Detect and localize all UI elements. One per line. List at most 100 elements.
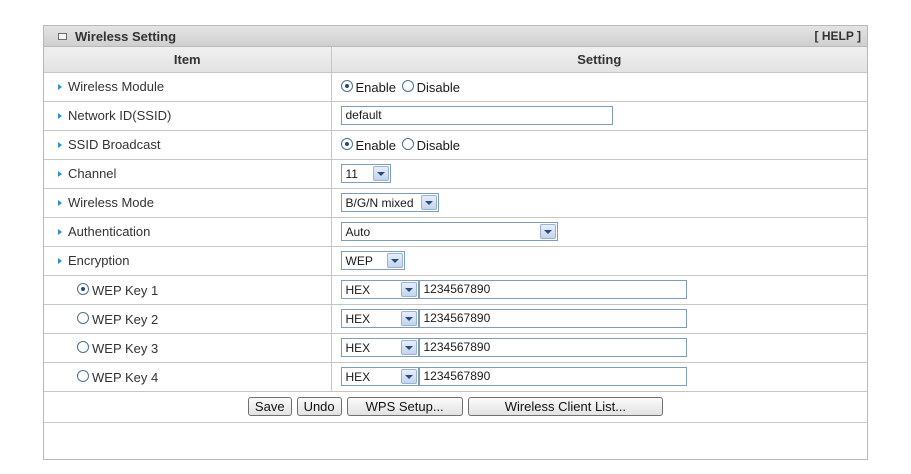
table-row: WEP Key 4 HEX 1234567890 bbox=[44, 361, 867, 392]
help-link[interactable]: [ HELP ] bbox=[815, 29, 861, 43]
table-row: Network ID(SSID) default bbox=[44, 100, 867, 131]
wireless-module-label: Wireless Module bbox=[68, 79, 165, 94]
row-label-cell: SSID Broadcast bbox=[44, 129, 332, 160]
encryption-value: WEP bbox=[345, 253, 373, 268]
settings-table: Item Setting Wireless Module Enable Disa… bbox=[44, 47, 867, 423]
enable-label: Enable bbox=[355, 137, 396, 153]
wep-key-2-format-select[interactable]: HEX bbox=[340, 309, 419, 328]
row-label-cell: WEP Key 2 bbox=[44, 303, 332, 334]
disable-label: Disable bbox=[416, 137, 460, 153]
wep-key-1-format-value: HEX bbox=[345, 282, 371, 297]
wep-key-4-input[interactable]: 1234567890 bbox=[418, 367, 687, 386]
chevron-down-icon[interactable] bbox=[372, 166, 389, 181]
wep-key-3-label: WEP Key 3 bbox=[92, 340, 159, 356]
row-setting-cell: HEX 1234567890 bbox=[330, 361, 867, 392]
row-setting-cell: WEP bbox=[330, 245, 867, 276]
table-header-row: Item Setting bbox=[44, 47, 867, 73]
row-setting-cell: HEX 1234567890 bbox=[330, 274, 867, 305]
row-label-cell: Wireless Module bbox=[44, 71, 332, 102]
bullet-arrow-icon bbox=[58, 170, 62, 177]
row-setting-cell: 11 bbox=[330, 158, 867, 189]
save-button[interactable]: Save bbox=[247, 397, 292, 416]
wep-key-1-format-select[interactable]: HEX bbox=[340, 280, 419, 299]
table-row: Authentication Auto bbox=[44, 216, 867, 247]
ssid-label: Network ID(SSID) bbox=[68, 108, 172, 123]
table-row: WEP Key 2 HEX 1234567890 bbox=[44, 303, 867, 334]
row-setting-cell: HEX 1234567890 bbox=[330, 332, 867, 363]
ssid-input[interactable]: default bbox=[340, 106, 613, 125]
panel-title: Wireless Setting bbox=[75, 28, 177, 44]
wep-key-3-format-value: HEX bbox=[345, 340, 371, 355]
channel-label: Channel bbox=[68, 166, 117, 181]
row-label-cell: WEP Key 1 bbox=[44, 274, 332, 305]
wep-key-1-radio[interactable] bbox=[77, 283, 89, 296]
row-label-cell: Encryption bbox=[44, 245, 332, 276]
row-label-cell: Network ID(SSID) bbox=[44, 100, 332, 131]
chevron-down-icon[interactable] bbox=[386, 253, 403, 268]
wep-key-3-format-select[interactable]: HEX bbox=[340, 338, 419, 357]
enable-label: Enable bbox=[355, 79, 396, 95]
wep-key-3-radio[interactable] bbox=[77, 341, 89, 354]
row-setting-cell: B/G/N mixed bbox=[330, 187, 867, 218]
row-setting-cell: Enable Disable bbox=[330, 129, 867, 160]
row-setting-cell: HEX 1234567890 bbox=[330, 303, 867, 334]
wep-key-1-label: WEP Key 1 bbox=[92, 282, 159, 298]
row-setting-cell: default bbox=[330, 100, 867, 131]
row-label-cell: Authentication bbox=[44, 216, 332, 247]
row-setting-cell: Enable Disable bbox=[330, 71, 867, 102]
row-label-cell: WEP Key 3 bbox=[44, 332, 332, 363]
bullet-arrow-icon bbox=[58, 83, 62, 90]
wireless-mode-label: Wireless Mode bbox=[68, 195, 154, 210]
chevron-down-icon[interactable] bbox=[400, 311, 417, 326]
chevron-down-icon[interactable] bbox=[400, 340, 417, 355]
ssid-broadcast-enable-radio[interactable] bbox=[340, 138, 353, 151]
wireless-mode-select[interactable]: B/G/N mixed bbox=[340, 193, 439, 212]
bullet-arrow-icon bbox=[58, 257, 62, 264]
window-icon bbox=[58, 32, 67, 40]
column-header-setting: Setting bbox=[330, 47, 867, 73]
chevron-down-icon[interactable] bbox=[400, 369, 417, 384]
wireless-mode-value: B/G/N mixed bbox=[345, 195, 414, 210]
chevron-down-icon[interactable] bbox=[400, 282, 417, 297]
chevron-down-icon[interactable] bbox=[539, 224, 556, 239]
channel-value: 11 bbox=[345, 166, 358, 181]
wireless-client-list-button[interactable]: Wireless Client List... bbox=[467, 397, 664, 416]
wep-key-2-input[interactable]: 1234567890 bbox=[418, 309, 687, 328]
table-row: SSID Broadcast Enable Disable bbox=[44, 129, 867, 160]
wep-key-2-label: WEP Key 2 bbox=[92, 311, 159, 327]
button-row-cell: Save Undo WPS Setup... Wireless Client List… bbox=[44, 390, 867, 423]
chevron-down-icon[interactable] bbox=[420, 195, 437, 210]
wep-key-2-format-value: HEX bbox=[345, 311, 371, 326]
table-row: Channel 11 bbox=[44, 158, 867, 189]
encryption-label: Encryption bbox=[68, 253, 130, 268]
row-label-cell: Channel bbox=[44, 158, 332, 189]
panel-titlebar: Wireless Setting [ HELP ] bbox=[44, 26, 867, 47]
table-row: WEP Key 3 HEX 1234567890 bbox=[44, 332, 867, 363]
wep-key-4-label: WEP Key 4 bbox=[92, 369, 159, 385]
wps-setup-button[interactable]: WPS Setup... bbox=[346, 397, 463, 416]
table-row: Wireless Module Enable Disable bbox=[44, 71, 867, 102]
wep-key-4-radio[interactable] bbox=[77, 370, 89, 383]
wireless-module-disable-radio[interactable] bbox=[401, 80, 414, 93]
table-row: WEP Key 1 HEX 1234567890 bbox=[44, 274, 867, 305]
authentication-select[interactable]: Auto bbox=[340, 222, 558, 241]
button-row: Save Undo WPS Setup... Wireless Client List… bbox=[44, 390, 867, 423]
wep-key-1-input[interactable]: 1234567890 bbox=[418, 280, 687, 299]
ssid-broadcast-disable-radio[interactable] bbox=[401, 138, 414, 151]
undo-button[interactable]: Undo bbox=[296, 397, 342, 416]
row-label-cell: Wireless Mode bbox=[44, 187, 332, 218]
wireless-module-enable-radio[interactable] bbox=[340, 80, 353, 93]
wireless-setting-panel: Wireless Setting [ HELP ] Item Setting W… bbox=[43, 25, 868, 460]
ssid-broadcast-label: SSID Broadcast bbox=[68, 137, 161, 152]
channel-select[interactable]: 11 bbox=[340, 164, 391, 183]
bullet-arrow-icon bbox=[58, 228, 62, 235]
table-row: Wireless Mode B/G/N mixed bbox=[44, 187, 867, 218]
row-setting-cell: Auto bbox=[330, 216, 867, 247]
authentication-value: Auto bbox=[345, 224, 371, 239]
wep-key-4-format-select[interactable]: HEX bbox=[340, 367, 419, 386]
bullet-arrow-icon bbox=[58, 199, 62, 206]
disable-label: Disable bbox=[416, 79, 460, 95]
encryption-select[interactable]: WEP bbox=[340, 251, 405, 270]
wep-key-2-radio[interactable] bbox=[77, 312, 89, 325]
wep-key-3-input[interactable]: 1234567890 bbox=[418, 338, 687, 357]
